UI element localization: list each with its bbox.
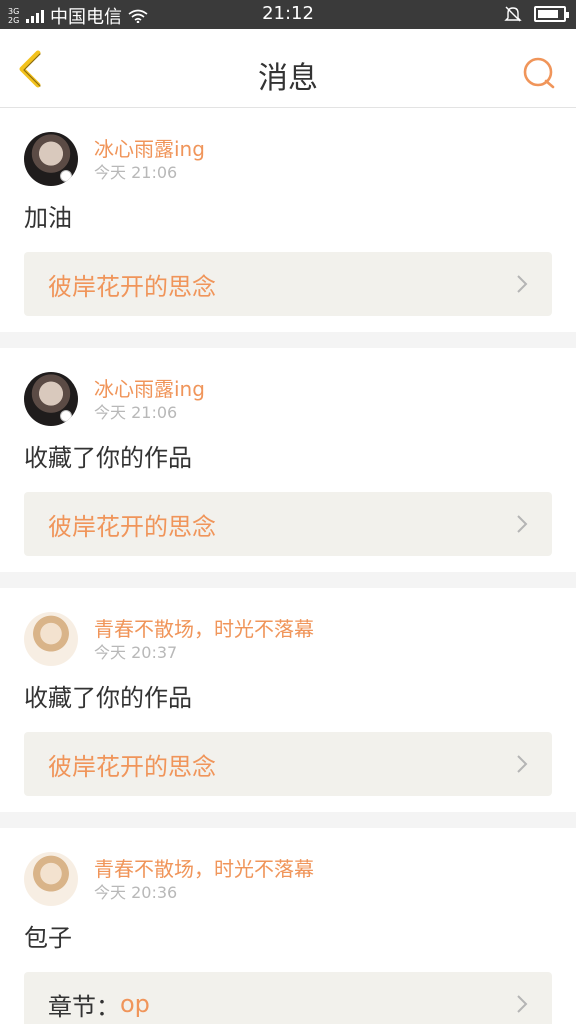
message-header: 冰心雨露ing 今天 21:06 [24, 372, 552, 428]
work-title: 彼岸花开的思念 [48, 272, 216, 301]
message-meta: 冰心雨露ing 今天 21:06 [94, 132, 205, 184]
avatar-badge-icon [60, 410, 72, 422]
message-card: 青春不散场，时光不落幕 今天 20:36 包子 章节： op [0, 828, 576, 1024]
avatar-badge-icon [60, 170, 72, 182]
message-meta: 青春不散场，时光不落幕 今天 20:36 [94, 852, 314, 904]
message-content: 加油 [24, 204, 72, 232]
message-time: 今天 21:06 [94, 403, 178, 422]
mute-bell-icon [504, 6, 522, 22]
work-title: 彼岸花开的思念 [48, 512, 216, 541]
page-title: 消息 [258, 61, 318, 96]
battery-icon [534, 6, 569, 22]
message-meta: 冰心雨露ing 今天 21:06 [94, 372, 205, 424]
chevron-right-icon [517, 275, 528, 293]
message-list: 冰心雨露ing 今天 21:06 加油 彼岸花开的思念 冰心雨露ing 今天 2… [0, 108, 576, 1024]
message-header: 青春不散场，时光不落幕 今天 20:37 [24, 612, 552, 668]
chapter-link[interactable]: 章节： op [24, 972, 552, 1024]
message-header: 冰心雨露ing 今天 21:06 [24, 132, 552, 188]
avatar[interactable] [24, 132, 78, 186]
status-bar: 3G 2G 中国电信 21:12 [0, 0, 576, 29]
search-button[interactable] [522, 56, 556, 90]
message-time: 今天 21:06 [94, 163, 178, 182]
nav-header: 消息 [0, 29, 576, 108]
status-right [504, 5, 569, 23]
message-time: 今天 20:37 [94, 643, 178, 662]
message-content: 收藏了你的作品 [24, 684, 192, 712]
message-header: 青春不散场，时光不落幕 今天 20:36 [24, 852, 552, 908]
work-link[interactable]: 彼岸花开的思念 [24, 732, 552, 796]
status-time: 21:12 [262, 3, 314, 24]
chevron-right-icon [517, 995, 528, 1013]
chapter-prefix: 章节： [48, 992, 120, 1021]
work-link[interactable]: 彼岸花开的思念 [24, 252, 552, 316]
message-meta: 青春不散场，时光不落幕 今天 20:37 [94, 612, 314, 664]
avatar[interactable] [24, 372, 78, 426]
username[interactable]: 青春不散场，时光不落幕 [94, 616, 314, 642]
battery-fill [538, 10, 559, 18]
avatar[interactable] [24, 852, 78, 906]
chevron-right-icon [517, 755, 528, 773]
message-card: 青春不散场，时光不落幕 今天 20:37 收藏了你的作品 彼岸花开的思念 [0, 588, 576, 812]
username[interactable]: 冰心雨露ing [94, 136, 205, 162]
message-card: 冰心雨露ing 今天 21:06 收藏了你的作品 彼岸花开的思念 [0, 348, 576, 572]
message-time: 今天 20:36 [94, 883, 178, 902]
work-link[interactable]: 彼岸花开的思念 [24, 492, 552, 556]
avatar[interactable] [24, 612, 78, 666]
username[interactable]: 冰心雨露ing [94, 376, 205, 402]
message-content: 包子 [24, 924, 72, 952]
message-card: 冰心雨露ing 今天 21:06 加油 彼岸花开的思念 [0, 108, 576, 332]
chevron-right-icon [517, 515, 528, 533]
username[interactable]: 青春不散场，时光不落幕 [94, 856, 314, 882]
chapter-value: op [120, 990, 150, 1018]
message-content: 收藏了你的作品 [24, 444, 192, 472]
work-title: 彼岸花开的思念 [48, 752, 216, 781]
